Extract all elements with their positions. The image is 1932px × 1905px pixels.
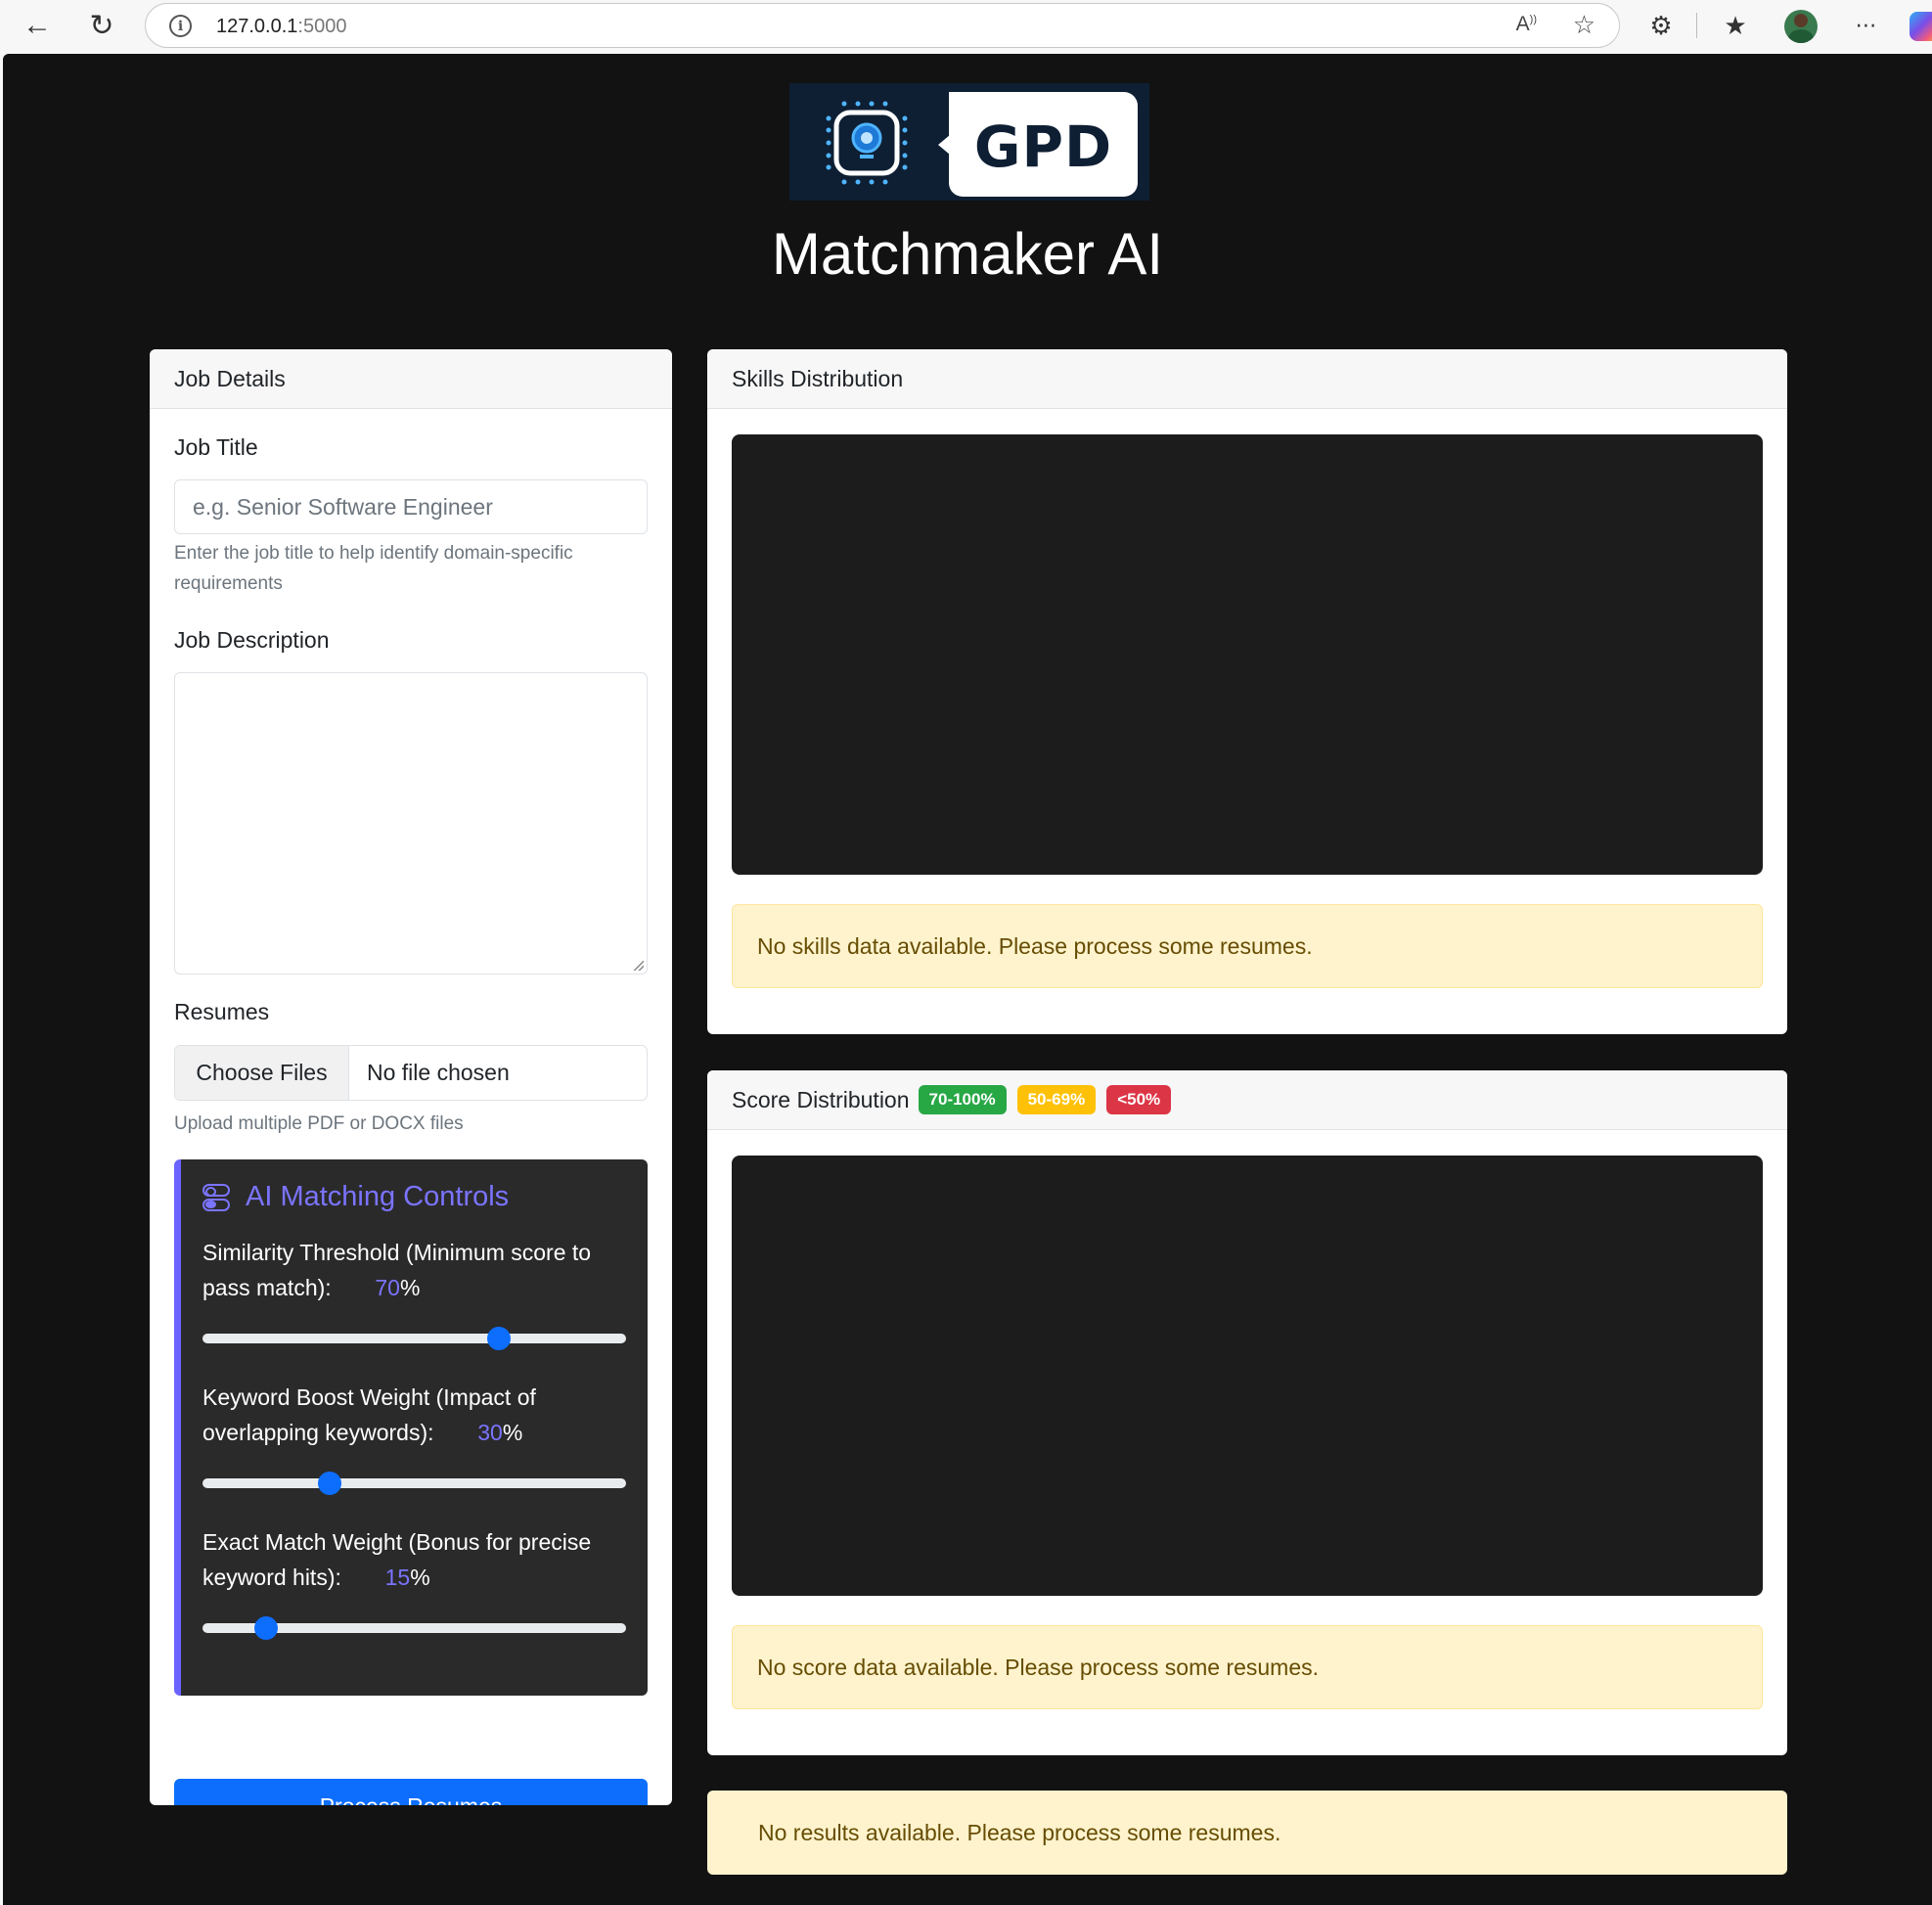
badge-mid-score: 50-69% — [1016, 1085, 1097, 1114]
resize-grip-icon[interactable] — [634, 961, 644, 971]
gpd-logo: GPD — [789, 83, 1149, 201]
back-arrow-icon[interactable]: ← — [18, 8, 57, 43]
choose-files-button[interactable]: Choose Files — [175, 1046, 349, 1100]
ai-chip-logo-icon — [826, 101, 908, 185]
page-content: GPD Matchmaker AI Job Details Job Title … — [3, 54, 1932, 1905]
skills-empty-alert: No skills data available. Please process… — [732, 904, 1763, 988]
skills-distribution-card: Skills Distribution No skills data avail… — [707, 349, 1787, 1034]
badge-high-score: 70-100% — [918, 1085, 1007, 1114]
badge-low-score: <50% — [1106, 1085, 1172, 1114]
keyword-boost-label: Keyword Boost Weight (Impact of overlapp… — [202, 1384, 536, 1445]
slider-thumb[interactable] — [487, 1327, 512, 1350]
slider-thumb[interactable] — [253, 1616, 278, 1640]
exact-match-label: Exact Match Weight (Bonus for precise ke… — [202, 1529, 592, 1590]
copilot-icon[interactable] — [1910, 12, 1932, 41]
profile-avatar[interactable] — [1784, 10, 1818, 43]
toggles-icon — [202, 1183, 230, 1212]
file-status-text: No file chosen — [367, 1060, 510, 1085]
process-resumes-button[interactable]: Process Resumes — [174, 1779, 648, 1805]
page-title: Matchmaker AI — [771, 221, 1164, 287]
job-details-card: Job Details Job Title e.g. Senior Softwa… — [150, 349, 672, 1805]
exact-match-value: 15 — [384, 1565, 411, 1590]
url-text: 127.0.0.1:5000 — [216, 16, 347, 37]
resumes-help: Upload multiple PDF or DOCX files — [174, 1113, 464, 1134]
slider-thumb[interactable] — [317, 1472, 341, 1495]
ai-controls-title-text: AI Matching Controls — [246, 1181, 510, 1212]
job-description-textarea[interactable] — [174, 672, 648, 975]
exact-match-slider[interactable] — [202, 1616, 626, 1640]
resumes-label: Resumes — [174, 999, 270, 1024]
resumes-file-input[interactable]: Choose Files No file chosen — [174, 1045, 648, 1101]
score-distribution-card: Score Distribution 70-100% 50-69% <50% N… — [707, 1070, 1787, 1755]
skills-distribution-header: Skills Distribution — [707, 349, 1787, 409]
score-distribution-title: Score Distribution — [732, 1086, 910, 1112]
toolbar-divider — [1696, 13, 1697, 38]
score-chart-canvas — [732, 1156, 1763, 1596]
similarity-threshold-label: Similarity Threshold (Minimum score to p… — [202, 1240, 592, 1300]
address-bar[interactable]: i 127.0.0.1:5000 A)) ☆ — [145, 3, 1620, 48]
job-title-label: Job Title — [174, 434, 258, 460]
favorite-star-icon[interactable]: ☆ — [1573, 10, 1595, 40]
similarity-threshold-value: 70 — [375, 1275, 400, 1300]
keyword-boost-value: 30 — [477, 1420, 503, 1445]
job-details-header: Job Details — [150, 349, 672, 409]
similarity-threshold-slider[interactable] — [202, 1327, 626, 1350]
job-title-input[interactable]: e.g. Senior Software Engineer — [174, 479, 648, 534]
logo-text: GPD — [973, 113, 1113, 180]
favorites-icon[interactable]: ★ — [1718, 8, 1753, 43]
read-aloud-icon[interactable]: A)) — [1516, 13, 1537, 36]
score-empty-alert: No score data available. Please process … — [732, 1625, 1763, 1709]
more-icon[interactable]: ⋯ — [1849, 8, 1884, 43]
extensions-icon[interactable]: ⚙ — [1643, 8, 1679, 43]
score-distribution-header: Score Distribution 70-100% 50-69% <50% — [707, 1070, 1787, 1130]
info-icon[interactable]: i — [169, 15, 192, 37]
results-empty-alert: No results available. Please process som… — [707, 1791, 1787, 1875]
browser-toolbar: ← ↻ i 127.0.0.1:5000 A)) ☆ ⚙ ★ ⋯ — [0, 0, 1932, 54]
keyword-boost-slider[interactable] — [202, 1472, 626, 1495]
job-description-label: Job Description — [174, 627, 330, 653]
skills-chart-canvas — [732, 434, 1763, 875]
job-title-help: Enter the job title to help identify dom… — [174, 543, 573, 594]
ai-controls-title: AI Matching Controls — [202, 1181, 509, 1213]
ai-matching-controls-panel: AI Matching Controls Similarity Threshol… — [174, 1159, 648, 1696]
refresh-icon[interactable]: ↻ — [82, 8, 121, 43]
